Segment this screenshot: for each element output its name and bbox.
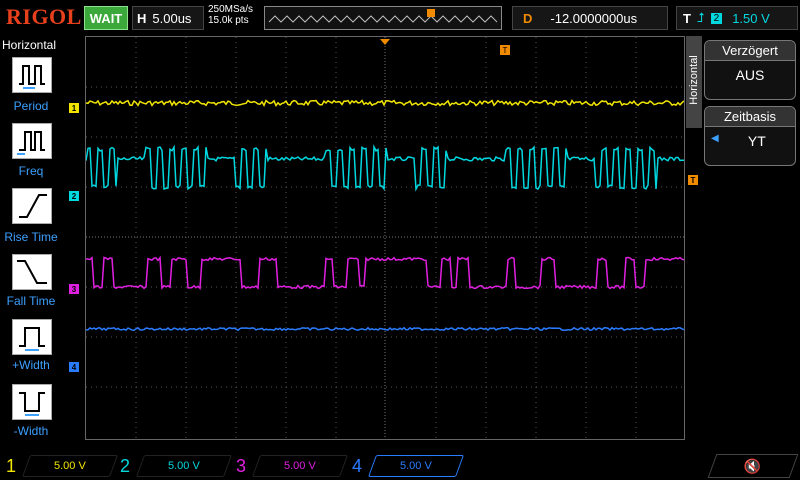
positive-width-icon bbox=[19, 327, 45, 351]
timebase-mode-row: ◀ YT bbox=[705, 127, 795, 155]
timebase-readout[interactable]: H 5.00us bbox=[132, 6, 204, 30]
delayed-sweep-softkey[interactable]: Verzögert AUS bbox=[704, 40, 796, 100]
measure-negative-width-button[interactable] bbox=[12, 384, 52, 420]
memory-depth: 15.0k pts bbox=[208, 15, 249, 26]
ch4-scale-box: 5.00 V bbox=[368, 455, 465, 477]
measure-rise-time-label: Rise Time bbox=[4, 230, 58, 244]
ch4-scale: 5.00 V bbox=[400, 460, 432, 472]
period-icon bbox=[19, 65, 45, 89]
ch1-scale-box: 5.00 V bbox=[22, 455, 119, 477]
trigger-source-channel: 2 bbox=[710, 12, 723, 24]
ch1-trace bbox=[85, 99, 685, 107]
run-status-badge[interactable]: WAIT bbox=[84, 6, 128, 30]
ch1-offset-marker[interactable]: 1 bbox=[69, 103, 79, 113]
measure-negative-width-label: -Width bbox=[13, 424, 49, 438]
svg-text:T: T bbox=[503, 46, 508, 55]
memory-trigger-marker-icon bbox=[427, 9, 435, 17]
waveform-canvas: T bbox=[85, 37, 685, 439]
trigger-time-marker-icon: T bbox=[500, 45, 510, 55]
left-arrow-icon: ◀ bbox=[711, 133, 719, 144]
ch2-status[interactable]: 2 5.00 V bbox=[120, 454, 233, 478]
measure-period-button[interactable] bbox=[12, 57, 52, 93]
measure-fall-time-button[interactable] bbox=[12, 254, 52, 290]
ch2-trace bbox=[85, 144, 684, 192]
ch3-scale: 5.00 V bbox=[284, 460, 316, 472]
graticule-center-axes bbox=[86, 37, 684, 439]
menu-tab-label: Horizontal bbox=[688, 55, 700, 105]
ch4-number: 4 bbox=[352, 455, 363, 476]
ch2-number: 2 bbox=[120, 455, 131, 476]
waveform-display[interactable]: T bbox=[85, 36, 685, 440]
ch4-offset-marker[interactable]: 4 bbox=[69, 362, 79, 372]
measure-rise-time-button[interactable] bbox=[12, 188, 52, 224]
delay-value: -12.0000000us bbox=[550, 10, 638, 26]
timebase-value: 5.00us bbox=[152, 10, 192, 26]
trigger-delay-readout[interactable]: D -12.0000000us bbox=[512, 6, 668, 30]
trigger-label: T bbox=[683, 10, 691, 26]
timebase-mode-softkey[interactable]: Zeitbasis ◀ YT bbox=[704, 106, 796, 166]
ch1-scale: 5.00 V bbox=[54, 460, 86, 472]
timebase-label: H bbox=[137, 10, 147, 26]
trigger-position-icon bbox=[380, 39, 390, 45]
ch1-number: 1 bbox=[6, 455, 17, 476]
delayed-value: AUS bbox=[735, 67, 765, 83]
timebase-mode-title: Zeitbasis bbox=[705, 107, 795, 127]
rise-time-icon bbox=[19, 194, 47, 218]
rigol-logo: RIGOL bbox=[6, 4, 82, 29]
ch2-scale: 5.00 V bbox=[168, 460, 200, 472]
timebase-mode-value: YT bbox=[747, 133, 766, 149]
ch3-status[interactable]: 3 5.00 V bbox=[236, 454, 349, 478]
sound-button[interactable]: 🔇 bbox=[707, 454, 799, 478]
delay-label: D bbox=[523, 10, 533, 26]
menu-tab[interactable]: Horizontal bbox=[686, 36, 702, 128]
left-menu-title: Horizontal bbox=[2, 38, 57, 52]
measure-freq-button[interactable] bbox=[12, 123, 52, 159]
sample-rate: 250MSa/s bbox=[208, 4, 254, 15]
negative-width-icon bbox=[19, 392, 45, 416]
delayed-title: Verzögert bbox=[705, 41, 795, 61]
memory-waveform-preview bbox=[268, 9, 498, 23]
measure-period-label: Period bbox=[13, 99, 49, 113]
ch2-offset-marker[interactable]: 2 bbox=[69, 191, 79, 201]
measure-positive-width-button[interactable] bbox=[12, 319, 52, 355]
trigger-settings-readout[interactable]: T ⮥ 2 1.50 V bbox=[676, 6, 798, 30]
ch4-status[interactable]: 4 5.00 V bbox=[352, 454, 465, 478]
ch1-status[interactable]: 1 5.00 V bbox=[6, 454, 119, 478]
trigger-level: 1.50 V bbox=[732, 10, 770, 26]
measure-fall-time-label: Fall Time bbox=[6, 294, 56, 308]
edge-rising-icon: ⮥ bbox=[696, 10, 705, 25]
trigger-level-marker[interactable]: T bbox=[688, 175, 698, 185]
speaker-muted-icon: 🔇 bbox=[744, 457, 762, 474]
ch3-scale-box: 5.00 V bbox=[252, 455, 349, 477]
ch3-offset-marker[interactable]: 3 bbox=[69, 284, 79, 294]
fall-time-icon bbox=[17, 260, 47, 284]
ch2-scale-box: 5.00 V bbox=[136, 455, 233, 477]
acquisition-info: 250MSa/s 15.0k pts bbox=[208, 4, 253, 26]
measure-freq-label: Freq bbox=[18, 164, 44, 178]
ch3-number: 3 bbox=[236, 455, 247, 476]
memory-overview-bar[interactable] bbox=[264, 6, 502, 30]
measure-positive-width-label: +Width bbox=[12, 358, 50, 372]
frequency-icon bbox=[17, 131, 45, 155]
